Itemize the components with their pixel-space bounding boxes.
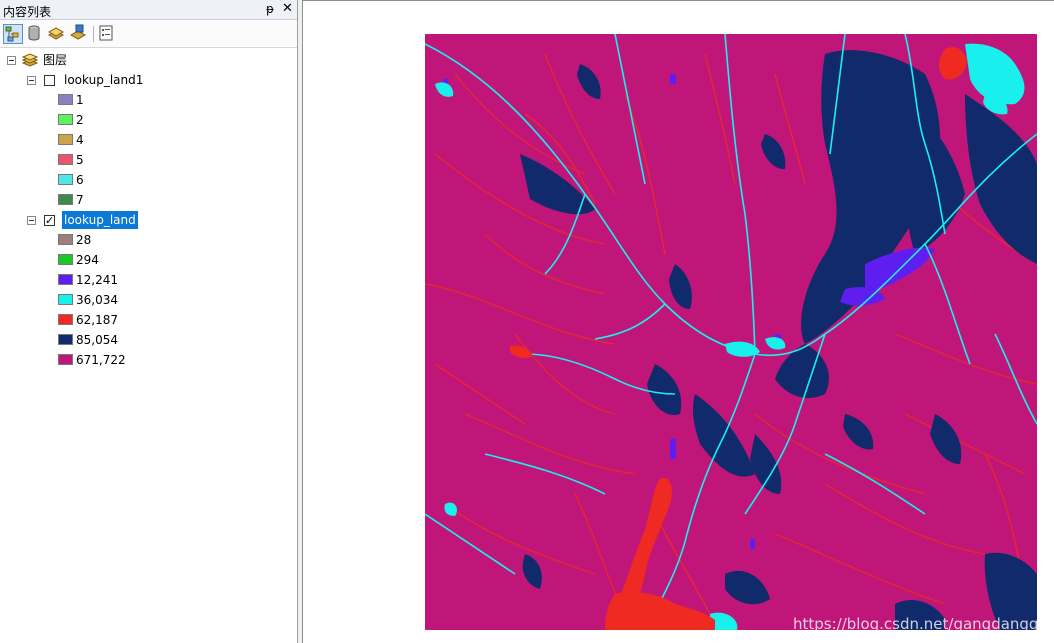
legend-class-label: 671,722 [76, 353, 126, 367]
legend-swatch [58, 294, 73, 305]
legend-class-item: 85,054 [0, 331, 297, 349]
legend-swatch [58, 254, 73, 265]
legend-class-label: 6 [76, 173, 84, 187]
layer-visibility-checkbox[interactable] [44, 75, 55, 86]
legend-class-item: 12,241 [0, 271, 297, 289]
close-icon[interactable]: ✕ [282, 1, 293, 16]
list-by-selection-button[interactable] [69, 24, 89, 44]
legend-class-label: 28 [76, 233, 92, 247]
root-label: 图层 [43, 53, 68, 67]
database-icon [28, 25, 40, 41]
list-by-visibility-button[interactable] [47, 24, 67, 44]
legend-class-label: 12,241 [76, 273, 118, 287]
legend-swatch [58, 314, 73, 325]
legend-class-label: 5 [76, 153, 84, 167]
legend-swatch [58, 154, 73, 165]
legend-class-item: 2 [0, 111, 297, 129]
legend-class-item: 62,187 [0, 311, 297, 329]
list-by-source-button[interactable] [25, 24, 45, 44]
map-view[interactable]: https://blog.csdn.net/gangdanggood [302, 0, 1054, 643]
toc-title: 内容列表 [3, 5, 52, 19]
legend-class-item: 36,034 [0, 291, 297, 309]
options-button[interactable] [97, 24, 117, 44]
legend-class-item: 28 [0, 231, 297, 249]
legend-class-item: 5 [0, 151, 297, 169]
legend-class-label: 294 [76, 253, 99, 267]
legend-class-item: 294 [0, 251, 297, 269]
legend-class-label: 7 [76, 193, 84, 207]
legend-class-item: 6 [0, 171, 297, 189]
toolbar-separator [93, 26, 94, 42]
layer-row-lookup_land[interactable]: ✓ lookup_land [0, 211, 297, 229]
legend-class-item: 1 [0, 91, 297, 109]
layer-row-lookup_land1[interactable]: lookup_land1 [0, 71, 297, 89]
legend-class-label: 4 [76, 133, 84, 147]
legend-swatch [58, 274, 73, 285]
legend-swatch [58, 234, 73, 245]
legend-class-item: 7 [0, 191, 297, 209]
layer-label[interactable]: lookup_land [62, 211, 138, 229]
legend-swatch [58, 114, 73, 125]
legend-swatch [58, 94, 73, 105]
pin-icon[interactable]: ᵽ [266, 2, 274, 16]
toc-root-layers[interactable]: 图层 [0, 51, 297, 69]
layers-visibility-icon [47, 27, 65, 40]
legend-swatch [58, 174, 73, 185]
list-by-drawing-order-button[interactable] [3, 24, 23, 44]
watermark-text: https://blog.csdn.net/gangdanggood [793, 615, 1054, 633]
land-use-raster[interactable] [425, 34, 1037, 630]
toc-title-bar: 内容列表 ᵽ ✕ [0, 0, 297, 20]
table-of-contents-panel: 内容列表 ᵽ ✕ 图层 lookup_land1 1 2 4 5 6 7 ✓ l… [0, 0, 298, 643]
collapse-icon[interactable] [27, 76, 36, 85]
legend-class-label: 85,054 [76, 333, 118, 347]
collapse-icon[interactable] [27, 216, 36, 225]
legend-swatch [58, 334, 73, 345]
layer-visibility-checkbox[interactable]: ✓ [44, 215, 55, 226]
legend-class-label: 36,034 [76, 293, 118, 307]
collapse-icon[interactable] [7, 56, 16, 65]
layer-label[interactable]: lookup_land1 [62, 71, 145, 89]
list-by-drawing-order-icon [5, 26, 19, 42]
legend-swatch [58, 194, 73, 205]
legend-swatch [58, 134, 73, 145]
layers-selection-icon [69, 24, 87, 40]
legend-swatch [58, 354, 73, 365]
legend-class-item: 671,722 [0, 351, 297, 369]
legend-class-label: 2 [76, 113, 84, 127]
toc-toolbar [0, 20, 297, 48]
layers-icon [22, 53, 38, 67]
legend-class-label: 62,187 [76, 313, 118, 327]
legend-class-item: 4 [0, 131, 297, 149]
legend-class-label: 1 [76, 93, 84, 107]
options-icon [99, 25, 113, 41]
